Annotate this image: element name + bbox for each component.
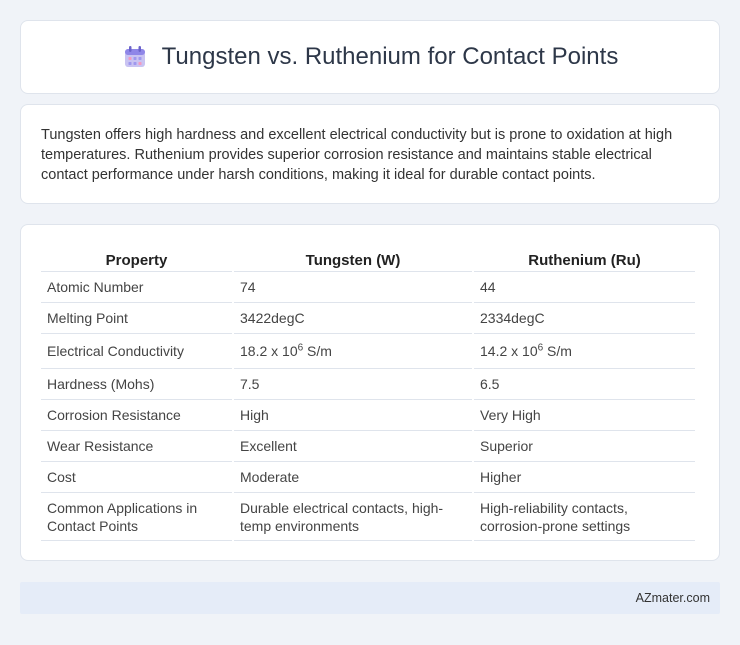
property-cell: Melting Point	[41, 303, 232, 334]
comparison-table: Property Tungsten (W) Ruthenium (Ru) Ato…	[39, 245, 697, 541]
ruthenium-cell: 44	[474, 272, 695, 303]
property-cell: Cost	[41, 462, 232, 493]
tungsten-cell: Moderate	[234, 462, 472, 493]
property-cell: Hardness (Mohs)	[41, 369, 232, 400]
ruthenium-cell: Higher	[474, 462, 695, 493]
table-row: Hardness (Mohs) 7.5 6.5	[41, 369, 695, 400]
ruthenium-cell: 6.5	[474, 369, 695, 400]
table-row: Atomic Number 74 44	[41, 272, 695, 303]
ruthenium-cell: 2334degC	[474, 303, 695, 334]
property-cell: Wear Resistance	[41, 431, 232, 462]
table-row: Melting Point 3422degC 2334degC	[41, 303, 695, 334]
ruthenium-conductivity-unit: S/m	[543, 343, 572, 359]
description-card: Tungsten offers high hardness and excell…	[20, 104, 720, 204]
property-cell: Atomic Number	[41, 272, 232, 303]
column-header-ruthenium: Ruthenium (Ru)	[474, 245, 695, 272]
description-text: Tungsten offers high hardness and excell…	[41, 127, 673, 183]
table-row: Cost Moderate Higher	[41, 462, 695, 493]
tungsten-cell: 74	[234, 272, 472, 303]
tungsten-cell: Durable electrical contacts, high-temp e…	[234, 493, 472, 541]
tungsten-cell: 3422degC	[234, 303, 472, 334]
property-cell: Electrical Conductivity	[41, 334, 232, 369]
comparison-card: Property Tungsten (W) Ruthenium (Ru) Ato…	[20, 224, 720, 561]
tungsten-conductivity-value: 18.2 x 10	[240, 343, 298, 359]
title-card: Tungsten vs. Ruthenium for Contact Point…	[20, 20, 720, 94]
calendar-icon	[122, 44, 148, 70]
tungsten-conductivity-unit: S/m	[303, 343, 332, 359]
tungsten-cell: 18.2 x 106 S/m	[234, 334, 472, 369]
ruthenium-cell: 14.2 x 106 S/m	[474, 334, 695, 369]
table-header-row: Property Tungsten (W) Ruthenium (Ru)	[41, 245, 695, 272]
title-bar: Tungsten vs. Ruthenium for Contact Point…	[122, 43, 619, 71]
tungsten-cell: 7.5	[234, 369, 472, 400]
tungsten-cell: High	[234, 400, 472, 431]
ruthenium-conductivity-value: 14.2 x 10	[480, 343, 538, 359]
column-header-tungsten: Tungsten (W)	[234, 245, 472, 272]
footer-bar: AZmater.com	[20, 582, 720, 614]
tungsten-cell: Excellent	[234, 431, 472, 462]
ruthenium-cell: High-reliability contacts, corrosion-pro…	[474, 493, 695, 541]
ruthenium-cell: Very High	[474, 400, 695, 431]
page-title: Tungsten vs. Ruthenium for Contact Point…	[161, 43, 619, 70]
column-header-property: Property	[41, 245, 232, 272]
table-row: Corrosion Resistance High Very High	[41, 400, 695, 431]
footer-site-name: AZmater.com	[635, 591, 710, 605]
table-row: Common Applications in Contact Points Du…	[41, 493, 695, 541]
ruthenium-cell: Superior	[474, 431, 695, 462]
table-row: Electrical Conductivity 18.2 x 106 S/m 1…	[41, 334, 695, 369]
table-row: Wear Resistance Excellent Superior	[41, 431, 695, 462]
property-cell: Common Applications in Contact Points	[41, 493, 232, 541]
property-cell: Corrosion Resistance	[41, 400, 232, 431]
